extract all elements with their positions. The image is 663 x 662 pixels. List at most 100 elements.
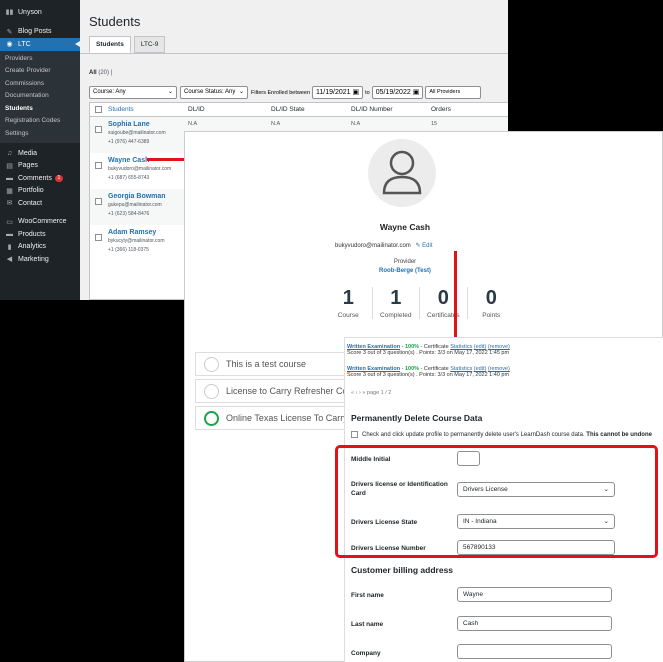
course-list: This is a test course License to Carry R… (195, 352, 365, 433)
delete-course-data-checkbox[interactable] (351, 431, 358, 438)
tab-ltc-9[interactable]: LTC-9 (133, 36, 166, 53)
student-name-link[interactable]: Georgia Bowman (108, 193, 188, 200)
column-dl-id: DL/ID (188, 106, 205, 113)
date-to-input[interactable]: 05/19/2022 ▣ (371, 86, 424, 99)
company-label: Company (351, 650, 381, 657)
submenu-students[interactable]: Students (0, 103, 80, 116)
megaphone-icon: ◀ (6, 256, 13, 264)
providers-select[interactable]: All Providers (425, 86, 482, 99)
chevron-down-icon: ⌄ (238, 89, 244, 95)
course-filter-select[interactable]: Course: Any ⌄ (89, 86, 177, 99)
student-cell: Georgia Bowman gukepu@mailinator.com +1 … (108, 193, 188, 218)
chevron-down-icon: ⌄ (167, 89, 173, 95)
ltc-icon: ◉ (6, 41, 13, 49)
provider-name-link[interactable]: Roob-Berge (Test) (185, 268, 625, 274)
pages-icon: ▤ (6, 162, 13, 170)
billing-address-heading: Customer billing address (351, 565, 454, 575)
sidebar-item-marketing[interactable]: ◀ Marketing (0, 253, 80, 266)
unyson-icon: ▮▮ (5, 9, 14, 17)
student-phone: +1 (687) 655-8743 (108, 175, 150, 181)
row-checkbox[interactable] (95, 234, 102, 241)
submenu-documentation[interactable]: Documentation (0, 90, 80, 103)
page-title: Students (89, 14, 141, 29)
sidebar-item-media[interactable]: ♫ Media (0, 147, 80, 160)
comments-icon: ▬ (6, 174, 13, 182)
student-name-link[interactable]: Adam Ramsey (108, 229, 188, 236)
date-to-label: to (365, 89, 370, 96)
tab-students[interactable]: Students (89, 36, 131, 53)
dl-number-cell: N.A (351, 121, 361, 127)
course-item[interactable]: Online Texas License To Carry a (195, 406, 365, 430)
submenu-settings[interactable]: Settings (0, 128, 80, 141)
student-email: bukyvudoro@mailinator.com (108, 166, 172, 172)
all-filter-link[interactable]: All (20) | (89, 70, 112, 76)
calendar-icon: ▣ (352, 89, 360, 96)
avatar (368, 139, 436, 207)
stat-points: 0 Points (482, 287, 501, 319)
first-name-label: First name (351, 592, 384, 599)
sidebar-item-contact[interactable]: ✉ Contact (0, 197, 80, 210)
page-tabs: Students LTC-9 (89, 36, 168, 53)
sidebar-item-pages[interactable]: ▤ Pages (0, 160, 80, 173)
sidebar-item-products[interactable]: ▬ Products (0, 228, 80, 241)
sidebar-item-portfolio[interactable]: ▦ Portfolio (0, 185, 80, 198)
student-name-link[interactable]: Sophia Lane (108, 121, 188, 128)
filters-bar: Course: Any ⌄ Course Status: Any ⌄ Filters… (89, 86, 484, 99)
sidebar-item-blog-posts[interactable]: ✎ Blog Posts (0, 26, 80, 39)
dl-id-cell: N.A (188, 121, 198, 127)
admin-sidebar: ▮▮ Unyson ✎ Blog Posts ◉ LTC Providers Crea… (0, 0, 80, 300)
company-input[interactable] (457, 644, 612, 659)
column-orders: Orders (431, 106, 451, 113)
stat-completed: 1 Completed (373, 287, 421, 319)
sidebar-item-ltc[interactable]: ◉ LTC (0, 38, 80, 51)
course-status-select[interactable]: Course Status: Any ⌄ (180, 86, 248, 99)
student-phone: +1 (976) 447-6389 (108, 139, 150, 145)
date-from-input[interactable]: 11/19/2021 ▣ (312, 86, 364, 99)
stat-certificates: 0 Certificates (420, 287, 468, 319)
sidebar-item-unyson[interactable]: ▮▮ Unyson (0, 6, 80, 19)
student-phone: +1 (366) 118-0375 (108, 247, 149, 253)
provider-label: Provider (393, 259, 417, 265)
delete-course-data-heading: Permanently Delete Course Data (351, 413, 483, 423)
course-item[interactable]: License to Carry Refresher Course (195, 379, 365, 403)
profile-name: Wayne Cash (379, 222, 431, 232)
column-dl-id-state: DL/ID State (271, 106, 305, 113)
enrolled-between-label: Filters Enrolled between (251, 89, 311, 96)
row-checkbox[interactable] (95, 162, 102, 169)
table-header: Students DL/ID DL/ID State DL/ID Number … (90, 103, 508, 117)
sidebar-item-analytics[interactable]: ▮ Analytics (0, 241, 80, 254)
sidebar-submenu: Providers Create Provider Commissions Do… (0, 50, 80, 143)
edit-profile-link[interactable]: ✎ Edit (415, 243, 432, 249)
progress-circle-icon (204, 383, 219, 399)
woocommerce-icon: ▭ (6, 218, 13, 226)
annotation-highlight-box (335, 445, 658, 558)
orders-cell: 15 (431, 121, 438, 127)
media-icon: ♫ (6, 149, 13, 157)
select-all-checkbox[interactable] (95, 106, 102, 113)
stat-courses: 1 Course (325, 287, 373, 319)
completed-circle-icon (204, 410, 219, 426)
products-icon: ▬ (6, 230, 13, 238)
student-cell: Sophia Lane xuigoube@mailinator.com +1 (… (108, 121, 188, 146)
portfolio-icon: ▦ (6, 187, 13, 195)
submenu-registration-codes[interactable]: Registration Codes (0, 115, 80, 128)
last-name-input[interactable]: Cash (457, 616, 612, 631)
mail-icon: ✉ (6, 200, 13, 208)
row-checkbox[interactable] (95, 126, 102, 133)
sidebar-item-comments[interactable]: ▬ Comments 1 (0, 172, 80, 185)
pagination[interactable]: « ‹ › » page 1 / 2 (351, 390, 391, 396)
first-name-input[interactable]: Wayne (457, 587, 612, 602)
progress-circle-icon (204, 356, 219, 372)
student-email: xuigoube@mailinator.com (108, 130, 166, 136)
column-dl-id-number: DL/ID Number (351, 106, 393, 113)
submenu-commissions[interactable]: Commissions (0, 78, 80, 91)
dl-state-cell: N.A (271, 121, 281, 127)
sidebar-item-woocommerce[interactable]: ▭ WooCommerce (0, 216, 80, 229)
pin-icon: ✎ (6, 28, 13, 36)
submenu-create-provider[interactable]: Create Provider (0, 65, 80, 78)
course-item[interactable]: This is a test course (195, 352, 365, 376)
row-checkbox[interactable] (95, 198, 102, 205)
student-phone: +1 (623) 584-8476 (108, 211, 150, 217)
submenu-providers[interactable]: Providers (0, 53, 80, 66)
column-students[interactable]: Students (108, 106, 188, 113)
